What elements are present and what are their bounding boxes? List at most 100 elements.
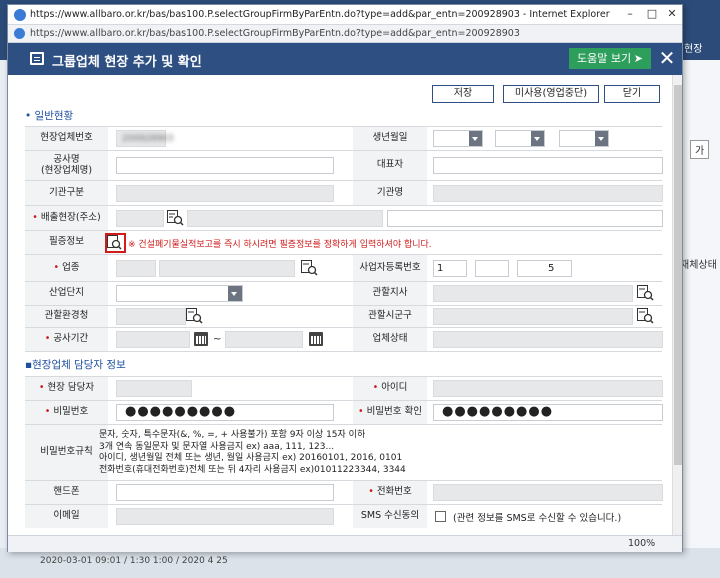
panel-title: 그룹업체 현장 추가 및 확인 [52,55,202,70]
form-row: 필증정보 ※ 건설폐기물실적보고를 즉시 하시려면 필증정보를 정확하게 입력하… [25,230,662,254]
password-input[interactable]: ●●●●●●●●● [116,404,334,421]
address-url: https://www.allbaro.or.kr/bas/bas100.P.s… [30,28,520,39]
label-jurisdiction-branch: 관할지사 [353,282,427,305]
period-start-value [116,331,190,348]
label-mobile: 핸드폰 [25,481,108,504]
vertical-scrollbar[interactable] [672,75,682,539]
panel-close-icon[interactable]: ✕ [656,47,678,69]
label-birth: 생년월일 [353,127,427,150]
help-button[interactable]: 도움말 보기 ➤ [569,48,651,69]
form-row: • 업종 사업자등록번호 1 5 [25,254,662,281]
org-type-value [116,185,334,202]
window-close-icon[interactable]: ✕ [664,7,680,21]
label-email: 이메일 [25,505,108,528]
label-phone: • 전화번호 [353,481,427,504]
popup-window: https://www.allbaro.or.kr/bas/bas100.P.s… [7,4,683,552]
save-button[interactable]: 저장 [432,85,494,103]
form-row: 기관구분 기관명 [25,180,663,205]
password-confirm-input[interactable]: ●●●●●●●●● [433,404,663,421]
form-row: • 공사기간 ~ 업체상태 [25,327,663,351]
label-phone-text: 전화번호 [376,486,412,498]
biz-no-part1-input[interactable]: 1 [433,260,467,277]
form-icon [30,52,44,65]
label-period-text: 공사기간 [53,333,89,345]
label-password-rules: 비밀번호규칙 [25,425,108,480]
bg-label: 가 [690,140,710,159]
form-row: • 비밀번호 ●●●●●●●●● • 비밀번호 확인 ●●●●●●●●● [25,400,663,424]
birth-day-select[interactable] [559,130,609,147]
label-org-type: 기관구분 [25,181,108,205]
jurisdiction-branch-value [433,285,633,302]
period-end-value [225,331,303,348]
background-right-panel: 현장 가 재체상태 [680,44,720,560]
label-industrial-complex: 산업단지 [25,282,108,305]
env-search-icon[interactable] [186,308,203,324]
label-business-type-text: 업종 [62,261,80,273]
window-title: https://www.allbaro.or.kr/bas/bas100.P.s… [30,9,610,20]
biz-no-part3-value: 5 [548,263,555,274]
ie-logo-icon [14,9,26,21]
address-detail-input[interactable] [387,210,663,227]
calendar-icon[interactable] [309,332,323,346]
suspend-button[interactable]: 미사용(영업중단) [503,85,599,103]
close-button[interactable]: 닫기 [604,85,660,103]
label-user-id: • 아이디 [353,377,427,400]
calendar-icon[interactable] [194,332,208,346]
zoom-level[interactable]: 100% [628,538,655,549]
label-password-text: 비밀번호 [53,406,89,418]
label-password-confirm: • 비밀번호 확인 [353,401,427,424]
biz-no-part2-input[interactable] [475,260,509,277]
address-bar[interactable]: https://www.allbaro.or.kr/bas/bas100.P.s… [8,25,682,43]
jurisdiction-city-value [433,308,633,325]
section-general-title: • 일반현황 [25,110,74,122]
form-row: 산업단지 관할지사 [25,281,662,305]
label-biz-status: 업체상태 [353,328,427,351]
city-search-icon[interactable] [637,308,654,324]
branch-search-icon[interactable] [637,285,654,301]
bg-label: 재체상태 [680,260,717,271]
user-id-value [433,380,663,397]
birth-month-select[interactable] [495,130,545,147]
biz-no-part3-input[interactable]: 5 [517,260,572,277]
window-title-bar: https://www.allbaro.or.kr/bas/bas100.P.s… [8,5,682,25]
sms-text: (관련 정보를 SMS로 수신할 수 있습니다.) [453,513,622,524]
form-row: • 현장 담당자 • 아이디 [25,376,663,400]
label-ceo: 대표자 [353,151,427,180]
site-no-value: 200928903 [116,130,174,147]
period-separator: ~ [213,334,222,345]
label-discharge-site-text: 배출현장(주소) [40,211,101,223]
form-row: 현장업체번호 200928903 생년월일 [25,126,662,150]
company-name-input[interactable] [116,157,334,174]
scrollbar-thumb[interactable] [674,85,682,465]
biz-no-part1-value: 1 [437,263,444,274]
label-site-no: 현장업체번호 [25,127,108,150]
password-rules-text: 문자, 숫자, 특수문자(&, %, =, + 사용불가) 포함 9자 이상 1… [99,430,406,475]
label-manager-text: 현장 담당자 [47,382,95,394]
industrial-complex-select[interactable] [116,285,243,302]
bg-footer-text: 2020-03-01 09:01 / 1:30 1:00 / 2020 4 25 [40,556,228,566]
birth-year-select[interactable] [433,130,483,147]
biz-status-value [433,331,663,348]
business-name-value [159,260,295,277]
ceo-input[interactable] [433,157,663,174]
sms-checkbox[interactable] [435,511,446,522]
form-row: 핸드폰 • 전화번호 [25,480,663,504]
mobile-input[interactable] [116,484,334,501]
phone-value [433,484,663,501]
label-company-name: 공사명 (현장업체명) [25,151,108,180]
business-search-icon[interactable] [301,260,318,276]
maximize-icon[interactable]: □ [644,7,660,21]
minimize-icon[interactable]: – [622,7,638,21]
business-code-value [116,260,156,277]
status-bar: 100% [8,535,682,552]
form-row: 관할환경청 관할시군구 [25,305,662,327]
jurisdiction-env-value [116,308,186,325]
password-mask: ●●●●●●●●● [125,404,237,419]
label-jurisdiction-env: 관할환경청 [25,306,108,327]
label-user-id-text: 아이디 [381,382,408,394]
form-row: • 배출현장(주소) [25,205,663,230]
label-org-name: 기관명 [353,181,427,205]
label-business-type: • 업종 [25,255,108,281]
address-search-icon[interactable] [167,210,184,226]
required-info-search-icon[interactable] [105,233,126,253]
